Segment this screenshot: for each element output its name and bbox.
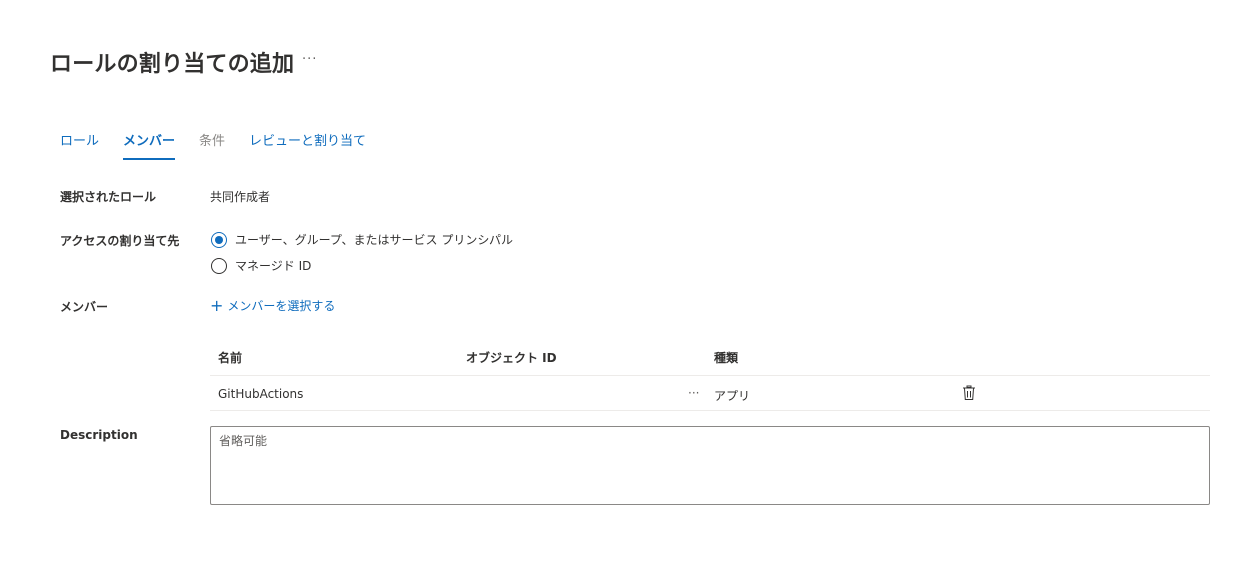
wizard-tabs: ロール メンバー 条件 レビューと割り当て: [60, 132, 390, 160]
member-type: アプリ: [714, 389, 751, 403]
tab-members[interactable]: メンバー: [123, 132, 176, 160]
radio-option-user-group-sp[interactable]: ユーザー、グループ、またはサービス プリンシパル: [211, 231, 513, 248]
radio-unchecked-icon: [211, 257, 227, 274]
tab-conditions[interactable]: 条件: [199, 132, 225, 160]
more-options-button[interactable]: ···: [302, 52, 317, 67]
column-header-name: 名前: [218, 351, 243, 365]
radio-label-user-group-sp: ユーザー、グループ、またはサービス プリンシパル: [235, 233, 514, 247]
radio-label-managed-identity: マネージド ID: [235, 259, 312, 273]
members-label: メンバー: [60, 300, 109, 314]
table-header: 名前 オブジェクト ID 種類: [210, 340, 1210, 376]
radio-checked-icon: [211, 231, 227, 248]
plus-icon: +: [210, 295, 224, 315]
tab-review-assign[interactable]: レビューと割り当て: [249, 132, 366, 160]
tab-role[interactable]: ロール: [60, 132, 99, 160]
description-input[interactable]: [210, 426, 1210, 505]
table-row: GitHubActions ··· アプリ: [210, 376, 1210, 411]
radio-option-managed-identity[interactable]: マネージド ID: [211, 257, 311, 274]
add-role-assignment-page: ロールの割り当ての追加 ··· ロール メンバー 条件 レビューと割り当て 選択…: [0, 0, 1239, 567]
select-members-link[interactable]: + メンバーを選択する: [210, 297, 335, 314]
member-name: GitHubActions: [218, 387, 304, 401]
trash-icon[interactable]: [962, 385, 976, 401]
selected-role-label: 選択されたロール: [60, 190, 157, 204]
column-header-object-id: オブジェクト ID: [466, 351, 557, 365]
select-members-label: メンバーを選択する: [227, 299, 336, 313]
selected-role-value: 共同作成者: [210, 190, 271, 204]
members-table: 名前 オブジェクト ID 種類 GitHubActions ··· アプリ: [210, 340, 1210, 411]
description-label: Description: [60, 428, 138, 442]
object-id-more-button[interactable]: ···: [688, 386, 699, 400]
column-header-type: 種類: [714, 351, 739, 365]
page-title: ロールの割り当ての追加: [50, 52, 295, 77]
assign-access-label: アクセスの割り当て先: [60, 234, 180, 248]
